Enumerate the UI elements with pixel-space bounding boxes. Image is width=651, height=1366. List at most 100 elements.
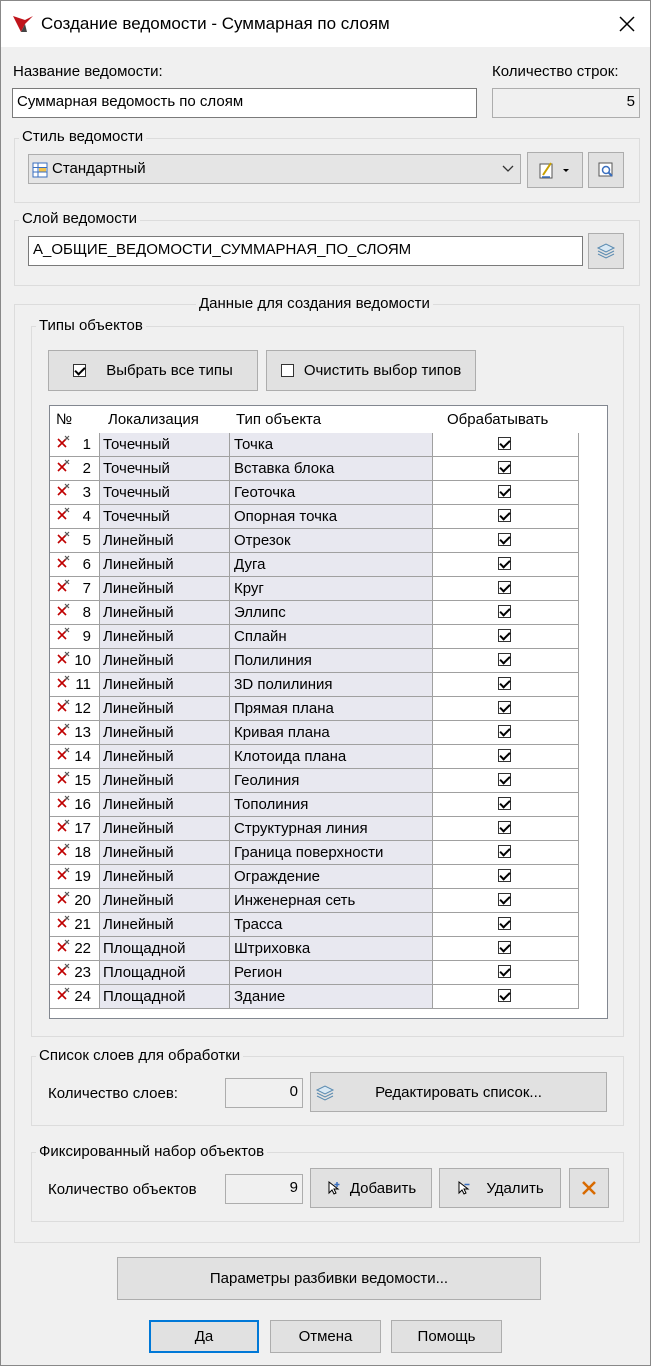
delete-row-icon[interactable] xyxy=(56,435,70,449)
objects-count-field: 9 xyxy=(225,1174,303,1204)
delete-row-icon[interactable] xyxy=(56,507,70,521)
table-row[interactable]: 1 Точечный Точка xyxy=(50,433,579,457)
delete-row-icon[interactable] xyxy=(56,699,70,713)
process-checkbox[interactable] xyxy=(498,509,511,522)
table-row[interactable]: 14 Линейный Клотоида плана xyxy=(50,745,579,769)
process-checkbox[interactable] xyxy=(498,941,511,954)
process-checkbox[interactable] xyxy=(498,965,511,978)
delete-row-icon[interactable] xyxy=(56,483,70,497)
delete-row-icon[interactable] xyxy=(56,843,70,857)
delete-row-icon[interactable] xyxy=(56,867,70,881)
delete-row-icon[interactable] xyxy=(56,939,70,953)
layer-input[interactable]: А_ОБЩИЕ_ВЕДОМОСТИ_СУММАРНАЯ_ПО_СЛОЯМ xyxy=(28,236,583,266)
delete-row-icon[interactable] xyxy=(56,819,70,833)
table-row[interactable]: 4 Точечный Опорная точка xyxy=(50,505,579,529)
delete-row-icon[interactable] xyxy=(56,555,70,569)
process-checkbox[interactable] xyxy=(498,845,511,858)
process-checkbox[interactable] xyxy=(498,701,511,714)
table-row[interactable]: 18 Линейный Граница поверхности xyxy=(50,841,579,865)
process-checkbox[interactable] xyxy=(498,605,511,618)
table-row[interactable]: 17 Линейный Структурная линия xyxy=(50,817,579,841)
delete-row-icon[interactable] xyxy=(56,651,70,665)
close-icon[interactable] xyxy=(613,10,641,38)
table-row[interactable]: 15 Линейный Геолиния xyxy=(50,769,579,793)
style-preview-button[interactable] xyxy=(588,152,624,188)
localization-cell: Площадной xyxy=(100,961,230,985)
delete-row-icon[interactable] xyxy=(56,723,70,737)
process-checkbox[interactable] xyxy=(498,437,511,450)
row-number-cell: 22 xyxy=(50,937,100,961)
process-checkbox[interactable] xyxy=(498,749,511,762)
clear-objects-button[interactable] xyxy=(569,1168,609,1208)
process-checkbox[interactable] xyxy=(498,653,511,666)
delete-row-icon[interactable] xyxy=(56,987,70,1001)
row-number-cell: 2 xyxy=(50,457,100,481)
clear-types-button[interactable]: Очистить выбор типов xyxy=(266,350,476,391)
split-params-button[interactable]: Параметры разбивки ведомости... xyxy=(117,1257,541,1300)
style-edit-button[interactable] xyxy=(527,152,583,188)
delete-row-icon[interactable] xyxy=(56,627,70,641)
layer-select-button[interactable] xyxy=(588,233,624,269)
help-button[interactable]: Помощь xyxy=(391,1320,502,1353)
delete-row-icon[interactable] xyxy=(56,891,70,905)
delete-row-icon[interactable] xyxy=(56,579,70,593)
table-row[interactable]: 23 Площадной Регион xyxy=(50,961,579,985)
table-row[interactable]: 20 Линейный Инженерная сеть xyxy=(50,889,579,913)
table-row[interactable]: 8 Линейный Эллипс xyxy=(50,601,579,625)
process-checkbox[interactable] xyxy=(498,869,511,882)
process-checkbox[interactable] xyxy=(498,893,511,906)
table-row[interactable]: 9 Линейный Сплайн xyxy=(50,625,579,649)
process-checkbox[interactable] xyxy=(498,797,511,810)
table-row[interactable]: 10 Линейный Полилиния xyxy=(50,649,579,673)
delete-row-icon[interactable] xyxy=(56,795,70,809)
process-checkbox[interactable] xyxy=(498,677,511,690)
name-label: Название ведомости: xyxy=(13,63,163,80)
title-bar: Создание ведомости - Суммарная по слоям xyxy=(1,1,650,47)
table-row[interactable]: 21 Линейный Трасса xyxy=(50,913,579,937)
delete-row-icon[interactable] xyxy=(56,747,70,761)
add-objects-button[interactable]: Добавить xyxy=(310,1168,432,1208)
ok-button[interactable]: Да xyxy=(149,1320,259,1353)
cancel-button[interactable]: Отмена xyxy=(270,1320,381,1353)
clear-types-label: Очистить выбор типов xyxy=(303,362,462,379)
process-checkbox[interactable] xyxy=(498,581,511,594)
process-checkbox[interactable] xyxy=(498,485,511,498)
preview-icon xyxy=(598,162,613,177)
remove-objects-button[interactable]: Удалить xyxy=(439,1168,561,1208)
process-checkbox[interactable] xyxy=(498,917,511,930)
edit-layers-list-button[interactable]: Редактировать список... xyxy=(310,1072,607,1112)
table-row[interactable]: 16 Линейный Тополиния xyxy=(50,793,579,817)
process-checkbox[interactable] xyxy=(498,773,511,786)
table-row[interactable]: 22 Площадной Штриховка xyxy=(50,937,579,961)
localization-cell: Линейный xyxy=(100,649,230,673)
table-row[interactable]: 6 Линейный Дуга xyxy=(50,553,579,577)
process-checkbox[interactable] xyxy=(498,725,511,738)
table-row[interactable]: 19 Линейный Ограждение xyxy=(50,865,579,889)
process-checkbox[interactable] xyxy=(498,557,511,570)
process-checkbox[interactable] xyxy=(498,989,511,1002)
style-select[interactable]: Стандартный xyxy=(28,154,521,184)
table-row[interactable]: 3 Точечный Геоточка xyxy=(50,481,579,505)
row-number-cell: 18 xyxy=(50,841,100,865)
process-checkbox[interactable] xyxy=(498,629,511,642)
process-checkbox[interactable] xyxy=(498,821,511,834)
table-row[interactable]: 5 Линейный Отрезок xyxy=(50,529,579,553)
delete-row-icon[interactable] xyxy=(56,531,70,545)
process-checkbox[interactable] xyxy=(498,533,511,546)
select-all-types-button[interactable]: Выбрать все типы xyxy=(48,350,258,391)
table-row[interactable]: 2 Точечный Вставка блока xyxy=(50,457,579,481)
table-row[interactable]: 13 Линейный Кривая плана xyxy=(50,721,579,745)
table-row[interactable]: 7 Линейный Круг xyxy=(50,577,579,601)
name-input[interactable]: Суммарная ведомость по слоям xyxy=(12,88,477,118)
delete-row-icon[interactable] xyxy=(56,963,70,977)
table-row[interactable]: 24 Площадной Здание xyxy=(50,985,579,1009)
delete-row-icon[interactable] xyxy=(56,459,70,473)
process-checkbox[interactable] xyxy=(498,461,511,474)
delete-row-icon[interactable] xyxy=(56,603,70,617)
delete-row-icon[interactable] xyxy=(56,675,70,689)
delete-row-icon[interactable] xyxy=(56,915,70,929)
table-row[interactable]: 11 Линейный 3D полилиния xyxy=(50,673,579,697)
delete-row-icon[interactable] xyxy=(56,771,70,785)
row-number-cell: 7 xyxy=(50,577,100,601)
table-row[interactable]: 12 Линейный Прямая плана xyxy=(50,697,579,721)
